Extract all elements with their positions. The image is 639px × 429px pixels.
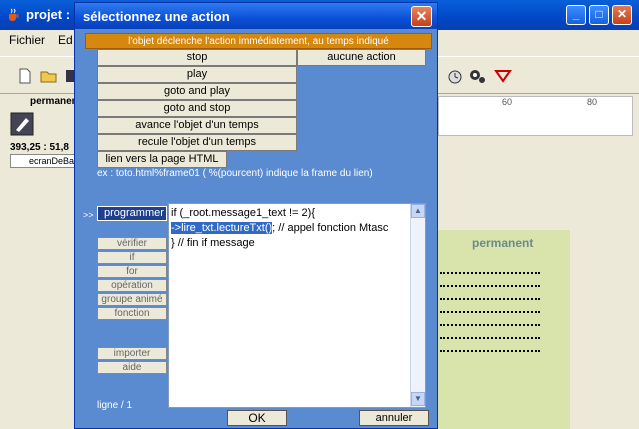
- filter-icon[interactable]: [494, 67, 512, 85]
- programmer-button[interactable]: programmer: [97, 206, 167, 221]
- code-selection: ->lire_txt.lectureTxt(): [171, 222, 273, 234]
- function-button[interactable]: fonction: [97, 307, 167, 320]
- verifier-button[interactable]: vérifier: [97, 237, 167, 250]
- import-button[interactable]: importer: [97, 347, 167, 360]
- programmer-indicator: >>: [83, 210, 94, 220]
- if-button[interactable]: if: [97, 251, 167, 264]
- dotted-line: [440, 285, 540, 287]
- no-action-button[interactable]: aucune action: [297, 49, 426, 66]
- dialog-titlebar: sélectionnez une action ✕: [75, 3, 437, 29]
- vertical-scrollbar[interactable]: ▲ ▼: [410, 204, 425, 407]
- cancel-button[interactable]: annuler: [359, 410, 429, 426]
- menu-fichier[interactable]: Fichier: [9, 33, 45, 47]
- stage-permanent-label: permanent: [472, 236, 534, 250]
- timing-banner[interactable]: l'objet déclenche l'action immédiatement…: [85, 33, 432, 49]
- link-hint: ex : toto.html%frame01 ( %(pourcent) ind…: [97, 168, 373, 179]
- rewind-frame-button[interactable]: recule l'objet d'un temps: [97, 134, 297, 151]
- screen-tab[interactable]: ecranDeBa: [10, 154, 80, 168]
- dotted-line: [440, 272, 540, 274]
- stop-button[interactable]: stop: [97, 49, 297, 66]
- timeline-ruler: 60 80: [438, 96, 633, 136]
- goto-and-play-button[interactable]: goto and play: [97, 83, 297, 100]
- code-comment: ; // appel fonction Mtasc: [272, 222, 389, 234]
- dotted-line: [440, 324, 540, 326]
- app-close-button[interactable]: ✕: [612, 5, 632, 25]
- goto-and-stop-button[interactable]: goto and stop: [97, 100, 297, 117]
- app-title: projet :: [26, 7, 71, 22]
- animated-group-button[interactable]: groupe animé: [97, 293, 167, 306]
- new-file-icon[interactable]: [16, 67, 34, 85]
- menu-edition[interactable]: Ed: [58, 33, 73, 47]
- ruler-mark: 80: [587, 97, 598, 107]
- code-line: } // fin if message: [171, 237, 255, 249]
- help-button[interactable]: aide: [97, 361, 167, 374]
- stage-canvas: [430, 230, 570, 429]
- html-link-button[interactable]: lien vers la page HTML: [97, 151, 227, 168]
- minimize-button[interactable]: _: [566, 5, 586, 25]
- play-button[interactable]: play: [97, 66, 297, 83]
- dotted-line: [440, 311, 540, 313]
- code-editor[interactable]: if (_root.message1_text != 2){ ->lire_tx…: [168, 203, 426, 408]
- java-cup-icon: [9, 8, 19, 21]
- dialog-title: sélectionnez une action: [83, 9, 230, 24]
- dotted-line: [440, 337, 540, 339]
- dotted-line: [440, 350, 540, 352]
- selection-coords: 393,25 : 51,8: [10, 142, 69, 153]
- ok-button[interactable]: OK: [227, 410, 287, 426]
- dotted-line: [440, 298, 540, 300]
- advance-frame-button[interactable]: avance l'objet d'un temps: [97, 117, 297, 134]
- code-line: if (_root.message1_text != 2){: [171, 207, 315, 219]
- timer-icon[interactable]: [446, 67, 464, 85]
- code-line: ->lire_txt.lectureTxt(); // appel foncti…: [171, 222, 388, 234]
- ruler-mark: 60: [502, 97, 513, 107]
- operation-button[interactable]: opération: [97, 279, 167, 292]
- open-folder-icon[interactable]: [40, 67, 58, 85]
- line-counter: ligne / 1: [97, 400, 133, 411]
- save-icon[interactable]: [66, 67, 74, 85]
- scroll-down-icon[interactable]: ▼: [411, 392, 425, 406]
- for-button[interactable]: for: [97, 265, 167, 278]
- settings-gears-icon[interactable]: [468, 67, 486, 85]
- scroll-up-icon[interactable]: ▲: [411, 204, 425, 218]
- edit-pencil-icon[interactable]: [10, 112, 34, 136]
- maximize-button[interactable]: □: [589, 5, 609, 25]
- action-dialog: sélectionnez une action ✕ l'objet déclen…: [74, 2, 438, 429]
- dialog-close-button[interactable]: ✕: [411, 6, 432, 27]
